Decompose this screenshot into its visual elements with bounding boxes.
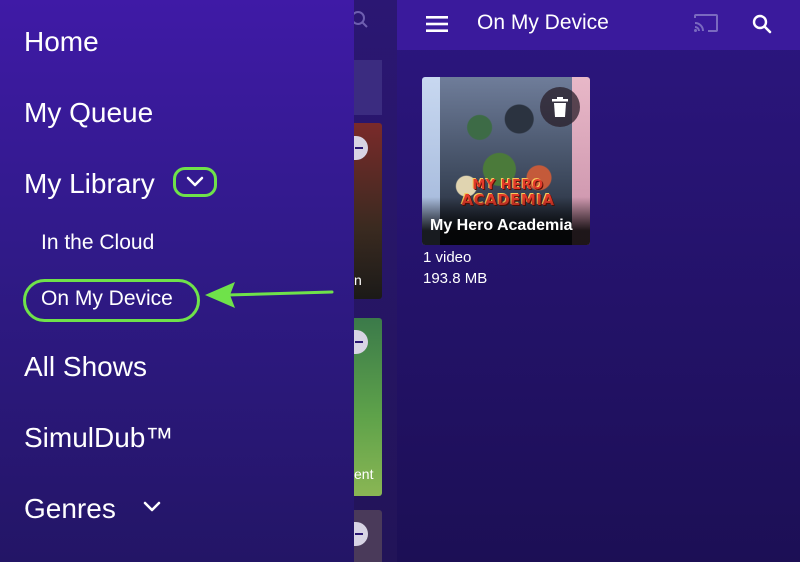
- background-card-text: ent: [354, 466, 374, 482]
- search-button[interactable]: [749, 11, 775, 37]
- on-my-device-screen: On My Device MY HERO ACADEMIA My Hero Ac…: [397, 0, 800, 562]
- page-title: On My Device: [477, 11, 609, 34]
- background-content-strip: n ent: [354, 0, 397, 562]
- nav-item-genres[interactable]: Genres: [24, 491, 116, 527]
- download-video-count: 1 video: [423, 249, 472, 266]
- menu-button[interactable]: [423, 12, 451, 36]
- nav-item-home[interactable]: Home: [24, 24, 99, 60]
- delete-download-button[interactable]: [540, 87, 580, 127]
- nav-sub-on-my-device[interactable]: On My Device: [41, 285, 173, 313]
- app-bar: On My Device: [397, 0, 800, 50]
- search-icon: [752, 14, 772, 34]
- background-card-text: n: [354, 272, 362, 288]
- nav-item-my-queue[interactable]: My Queue: [24, 95, 153, 131]
- nav-item-my-library[interactable]: My Library: [24, 166, 155, 202]
- nav-sub-in-the-cloud[interactable]: In the Cloud: [41, 229, 154, 257]
- chevron-down-icon: [143, 501, 161, 512]
- trash-icon: [552, 97, 568, 117]
- annotation-arrow: [205, 282, 334, 308]
- cast-icon: [694, 14, 718, 32]
- search-icon: [354, 11, 368, 28]
- nav-item-simuldub[interactable]: SimulDub™: [24, 420, 173, 456]
- background-tile: [354, 60, 382, 115]
- menu-icon: [426, 16, 448, 32]
- chevron-down-icon: [186, 176, 204, 187]
- genres-expand-toggle[interactable]: [130, 492, 174, 522]
- cast-button[interactable]: [691, 10, 721, 36]
- download-title: My Hero Academia: [430, 217, 573, 234]
- download-card[interactable]: MY HERO ACADEMIA My Hero Academia: [422, 77, 590, 245]
- nav-item-all-shows[interactable]: All Shows: [24, 349, 147, 385]
- library-expand-toggle[interactable]: [173, 167, 217, 197]
- download-size: 193.8 MB: [423, 270, 488, 287]
